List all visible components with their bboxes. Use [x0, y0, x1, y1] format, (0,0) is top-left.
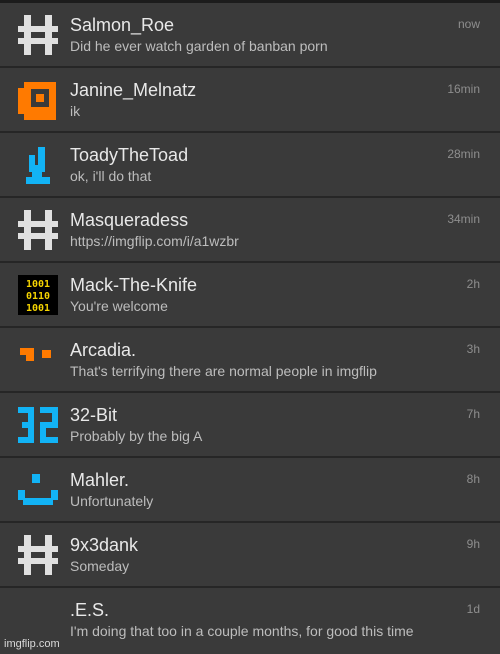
conversation-time: 3h	[466, 342, 480, 356]
conversation-message: ok, i'll do that	[70, 168, 152, 184]
conversation-row[interactable]: .E.S. I'm doing that too in a couple mon…	[0, 588, 500, 654]
blue-32-icon	[18, 407, 58, 443]
conversation-time: 16min	[447, 82, 480, 96]
conversation-time: 7h	[466, 407, 480, 421]
conversation-row[interactable]: Janine_Melnatz ik 16min	[0, 68, 500, 133]
gray-hash-icon	[18, 15, 58, 55]
conversation-message: Probably by the big A	[70, 428, 203, 444]
binary-line: 0110	[26, 291, 50, 302]
conversation-name: Salmon_Roe	[70, 15, 175, 35]
conversation-time: 28min	[447, 147, 480, 161]
orange-ring-icon	[18, 82, 56, 120]
blue-smile-icon	[18, 474, 58, 505]
orange-blocks-icon	[20, 348, 51, 361]
binary-line: 1001	[26, 303, 50, 314]
conversation-row[interactable]: Masqueradess https://imgflip.com/i/a1wzb…	[0, 198, 500, 263]
imgflip-watermark: imgflip.com	[4, 638, 60, 650]
conversation-message: That's terrifying there are normal peopl…	[70, 363, 377, 379]
conversation-row[interactable]: 1001 0110 1001 Mack-The-Knife You're wel…	[0, 263, 500, 328]
gray-hash-icon	[18, 535, 58, 575]
conversation-row[interactable]: 9x3dank Someday 9h	[0, 523, 500, 588]
binary-avatar-icon: 1001 0110 1001	[18, 275, 58, 315]
conversation-row[interactable]: Salmon_Roe Did he ever watch garden of b…	[0, 3, 500, 68]
binary-line: 1001	[26, 279, 50, 290]
conversation-row[interactable]: Arcadia. That's terrifying there are nor…	[0, 328, 500, 393]
conversation-name: .E.S.	[70, 600, 110, 620]
conversation-name: Arcadia.	[70, 340, 137, 360]
conversation-time: now	[457, 17, 480, 31]
conversation-message: https://imgflip.com/i/a1wzbr	[70, 233, 239, 249]
conversation-message: ik	[70, 103, 81, 119]
conversation-list: Salmon_Roe Did he ever watch garden of b…	[0, 0, 500, 654]
conversation-name: Janine_Melnatz	[70, 80, 197, 100]
conversation-message: I'm doing that too in a couple months, f…	[70, 623, 414, 639]
conversation-time: 2h	[466, 277, 480, 291]
conversation-name: Mahler.	[70, 470, 130, 490]
conversation-row[interactable]: 32-Bit Probably by the big A 7h	[0, 393, 500, 458]
conversation-name: 9x3dank	[70, 535, 139, 555]
conversation-name: 32-Bit	[70, 405, 118, 425]
conversation-time: 8h	[466, 472, 480, 486]
conversation-name: Mack-The-Knife	[70, 275, 198, 295]
conversation-time: 1d	[466, 602, 480, 616]
conversation-name: Masqueradess	[70, 210, 189, 230]
conversation-name: ToadyTheToad	[70, 145, 189, 165]
conversation-message: Did he ever watch garden of banban porn	[70, 38, 328, 54]
gray-hash-icon	[18, 210, 58, 250]
conversation-message: Unfortunately	[70, 493, 154, 509]
conversation-message: Someday	[70, 558, 130, 574]
conversation-row[interactable]: ToadyTheToad ok, i'll do that 28min	[0, 133, 500, 198]
conversation-row[interactable]: Mahler. Unfortunately 8h	[0, 458, 500, 523]
conversation-message: You're welcome	[70, 298, 168, 314]
blue-toad-icon	[26, 147, 50, 184]
conversation-time: 9h	[466, 537, 480, 551]
conversation-time: 34min	[447, 212, 480, 226]
